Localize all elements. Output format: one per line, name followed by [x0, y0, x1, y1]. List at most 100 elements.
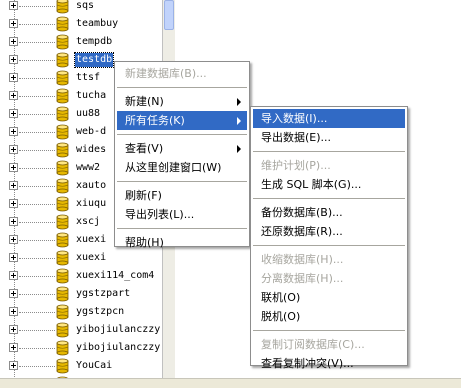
tree-branch-line — [19, 222, 55, 223]
expand-icon[interactable] — [9, 1, 18, 10]
database-name[interactable]: xuexi114_com4 — [75, 269, 155, 283]
tree-row[interactable]: yibojiulanczzy — [0, 321, 162, 339]
menu-item[interactable]: 还原数据库(R)... — [253, 222, 405, 241]
tree-row[interactable]: tempdb — [0, 33, 162, 51]
database-name[interactable]: tempdb — [75, 35, 113, 49]
expand-icon[interactable] — [9, 289, 18, 298]
menu-item[interactable]: 新建(N) — [117, 92, 247, 111]
database-icon — [56, 142, 69, 158]
menu-item-label: 新建(N) — [125, 95, 164, 108]
expand-icon[interactable] — [9, 325, 18, 334]
scrollbar-thumb[interactable] — [164, 0, 174, 30]
menu-item-label: 收缩数据库(H)... — [261, 253, 344, 266]
database-icon — [56, 160, 69, 176]
tree-row[interactable]: ygstzpcn — [0, 303, 162, 321]
expand-icon[interactable] — [9, 271, 18, 280]
tree-branch-line — [19, 204, 55, 205]
tree-row[interactable]: sqs — [0, 0, 162, 15]
menu-item[interactable]: 联机(O) — [253, 288, 405, 307]
database-name[interactable]: sqs — [75, 0, 95, 13]
database-name[interactable]: yibojiulanczzy — [75, 341, 161, 355]
all-tasks-submenu: 导入数据(I)... 导出数据(E)... 维护计划(P)... 生成 SQL 脚本(… — [250, 106, 408, 370]
menu-item: 复制订阅数据库(C)... — [253, 335, 405, 354]
database-name[interactable]: xuexi — [75, 251, 107, 265]
database-name[interactable]: teambuy — [75, 17, 119, 31]
menu-separator — [253, 151, 405, 152]
tree-row[interactable]: ygstzpart — [0, 285, 162, 303]
database-icon — [56, 88, 69, 104]
database-name[interactable]: wides — [75, 143, 107, 157]
expand-icon[interactable] — [9, 199, 18, 208]
tree-row[interactable]: YouCai — [0, 357, 162, 375]
expand-icon[interactable] — [9, 163, 18, 172]
menu-item-label: 刷新(F) — [125, 189, 162, 202]
database-name[interactable]: tucha — [75, 89, 107, 103]
database-name[interactable]: www2 — [75, 161, 101, 175]
database-name[interactable]: web-d — [75, 125, 107, 139]
tree-row[interactable]: xuexi114_com4 — [0, 267, 162, 285]
menu-item[interactable]: 查看复制冲突(V)... — [253, 354, 405, 373]
tree-branch-line — [19, 168, 55, 169]
menu-item[interactable]: 导出数据(E)... — [253, 128, 405, 147]
database-name[interactable]: ygstzpart — [75, 287, 131, 301]
database-name[interactable]: YouCai — [75, 359, 113, 373]
database-name[interactable]: yibojiulanczzy — [75, 323, 161, 337]
menu-item[interactable]: 导入数据(I)... — [253, 109, 405, 128]
menu-item-label: 生成 SQL 脚本(G)... — [261, 178, 362, 191]
database-name[interactable]: xuexi — [75, 233, 107, 247]
database-name[interactable]: testdb — [73, 52, 115, 68]
tree-branch-line — [19, 24, 55, 25]
menu-item[interactable]: 所有任务(K) — [117, 111, 247, 130]
menu-item[interactable]: 刷新(F) — [117, 186, 247, 205]
database-name[interactable]: uu88 — [75, 107, 101, 121]
expand-icon[interactable] — [9, 73, 18, 82]
menu-item-label: 导入数据(I)... — [261, 112, 328, 125]
menu-item[interactable]: 脱机(O) — [253, 307, 405, 326]
expand-icon[interactable] — [9, 145, 18, 154]
expand-icon[interactable] — [9, 37, 18, 46]
tree-row[interactable]: teambuy — [0, 15, 162, 33]
menu-item-label: 所有任务(K) — [125, 114, 185, 127]
expand-icon[interactable] — [9, 55, 18, 64]
menu-item-label: 从这里创建窗口(W) — [125, 161, 222, 174]
menu-item-label: 还原数据库(R)... — [261, 225, 343, 238]
tree-branch-line — [19, 240, 55, 241]
tree-branch-line — [19, 330, 55, 331]
menu-item-label: 帮助(H) — [125, 236, 164, 249]
expand-icon[interactable] — [9, 343, 18, 352]
menu-item-label: 备份数据库(B)... — [261, 206, 343, 219]
tree-branch-line — [19, 78, 55, 79]
expand-icon[interactable] — [9, 127, 18, 136]
database-icon — [56, 70, 69, 86]
menu-item[interactable]: 查看(V) — [117, 139, 247, 158]
database-name[interactable]: ygstzpcn — [75, 305, 125, 319]
database-name[interactable]: xauto — [75, 179, 107, 193]
database-name[interactable]: xscj — [75, 215, 101, 229]
database-name[interactable]: xiuqu — [75, 197, 107, 211]
expand-icon[interactable] — [9, 181, 18, 190]
database-icon — [56, 178, 69, 194]
menu-item[interactable]: 导出列表(L)... — [117, 205, 247, 224]
menu-separator — [117, 181, 247, 182]
expand-icon[interactable] — [9, 217, 18, 226]
tree-row[interactable]: yibojiulanczzy — [0, 339, 162, 357]
expand-icon[interactable] — [9, 19, 18, 28]
expand-icon[interactable] — [9, 307, 18, 316]
menu-item[interactable]: 帮助(H) — [117, 233, 247, 252]
expand-icon[interactable] — [9, 235, 18, 244]
expand-icon[interactable] — [9, 253, 18, 262]
database-icon — [56, 250, 69, 266]
expand-icon[interactable] — [9, 91, 18, 100]
database-icon — [56, 358, 69, 374]
database-icon — [56, 52, 69, 68]
expand-icon[interactable] — [9, 109, 18, 118]
database-name[interactable]: ttsf — [75, 71, 101, 85]
menu-item[interactable]: 备份数据库(B)... — [253, 203, 405, 222]
database-icon — [56, 34, 69, 50]
tree-branch-line — [19, 258, 55, 259]
database-icon — [56, 286, 69, 302]
menu-item[interactable]: 从这里创建窗口(W) — [117, 158, 247, 177]
menu-item[interactable]: 生成 SQL 脚本(G)... — [253, 175, 405, 194]
expand-icon[interactable] — [9, 361, 18, 370]
context-menu: 新建数据库(B)... 新建(N) 所有任务(K) 查看(V) 从这里创建窗口(W) 刷新… — [114, 61, 250, 249]
